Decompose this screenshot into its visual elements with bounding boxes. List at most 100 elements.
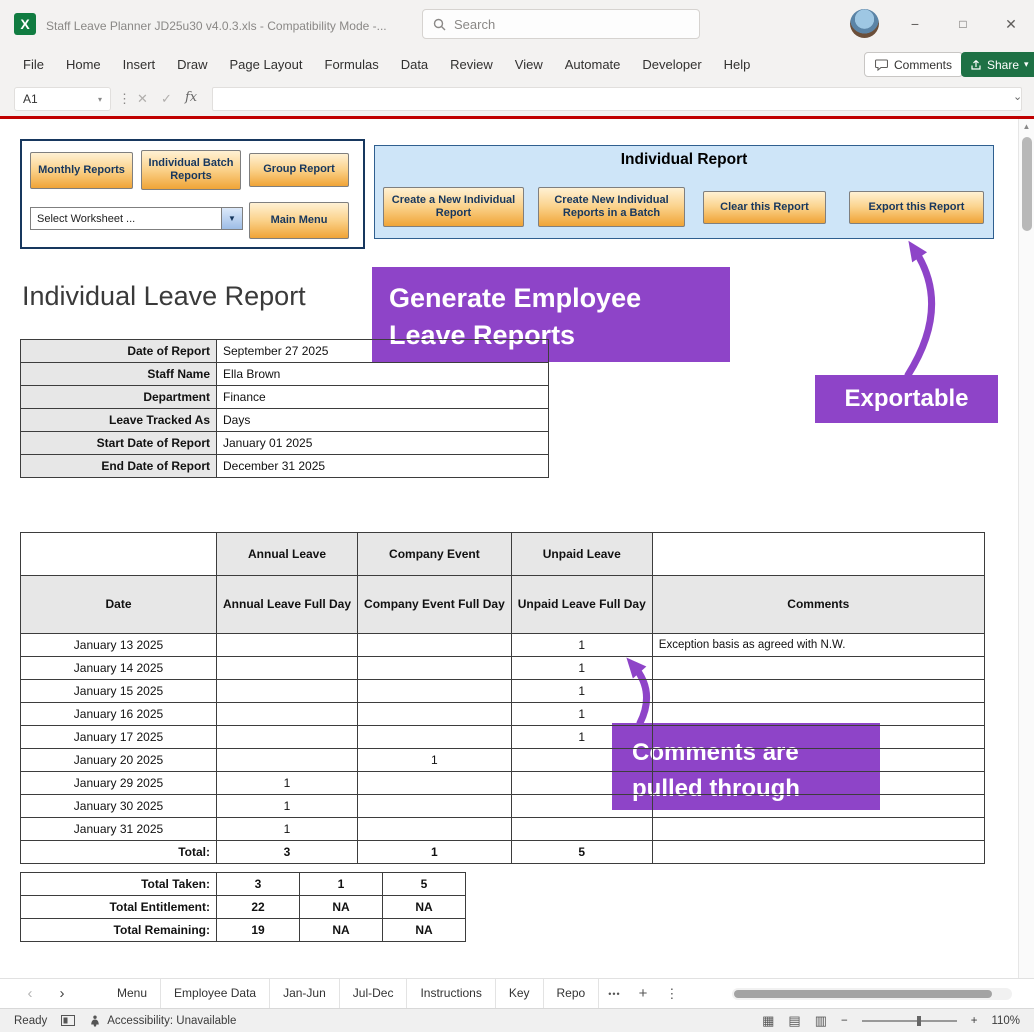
zoom-slider-knob[interactable] — [917, 1016, 921, 1026]
info-value-cell[interactable]: Finance — [217, 386, 549, 409]
total-company-cell[interactable]: 1 — [358, 841, 512, 864]
horizontal-scrollbar[interactable] — [732, 988, 1012, 1000]
maximize-button[interactable]: □ — [941, 0, 985, 48]
comment-cell[interactable] — [652, 772, 984, 795]
total-unpaid-cell[interactable]: 5 — [511, 841, 652, 864]
total-comment-cell[interactable] — [652, 841, 984, 864]
summary-annual-cell[interactable]: 22 — [217, 896, 300, 919]
company-cell[interactable] — [358, 657, 512, 680]
unpaid-cell[interactable]: 1 — [511, 680, 652, 703]
tab-insert[interactable]: Insert — [112, 48, 167, 81]
search-box[interactable] — [422, 9, 700, 39]
summary-annual-cell[interactable]: 19 — [217, 919, 300, 942]
company-cell[interactable] — [358, 772, 512, 795]
comment-cell[interactable] — [652, 795, 984, 818]
header-company[interactable]: Company Event Full Day — [358, 576, 512, 634]
info-label-cell[interactable]: Department — [21, 386, 217, 409]
date-cell[interactable]: January 17 2025 — [21, 726, 217, 749]
vertical-scroll-thumb[interactable] — [1022, 137, 1032, 231]
zoom-out-icon[interactable]: − — [841, 1015, 848, 1027]
accessibility-status[interactable]: Accessibility: Unavailable — [89, 1015, 236, 1027]
header-annual[interactable]: Annual Leave Full Day — [217, 576, 358, 634]
date-cell[interactable]: January 13 2025 — [21, 634, 217, 657]
total-label-cell[interactable]: Total: — [21, 841, 217, 864]
tab-formulas[interactable]: Formulas — [314, 48, 390, 81]
annual-cell[interactable]: 1 — [217, 795, 358, 818]
zoom-slider[interactable] — [862, 1015, 957, 1027]
share-button[interactable]: Share ▾ — [961, 52, 1034, 77]
avatar[interactable] — [850, 9, 879, 38]
group-header-company[interactable]: Company Event — [358, 533, 512, 576]
annual-cell[interactable] — [217, 726, 358, 749]
info-label-cell[interactable]: Leave Tracked As — [21, 409, 217, 432]
info-value-cell[interactable]: September 27 2025 — [217, 340, 549, 363]
summary-company-cell[interactable]: NA — [300, 896, 383, 919]
sheet-nav-forward-icon[interactable]: › — [46, 985, 78, 1002]
zoom-level[interactable]: 110% — [991, 1015, 1020, 1027]
tab-data[interactable]: Data — [390, 48, 439, 81]
company-cell[interactable] — [358, 703, 512, 726]
close-button[interactable]: ✕ — [989, 0, 1033, 48]
summary-label-cell[interactable]: Total Remaining: — [21, 919, 217, 942]
clear-report-button[interactable]: Clear this Report — [703, 191, 826, 224]
comment-cell[interactable] — [652, 680, 984, 703]
date-cell[interactable]: January 14 2025 — [21, 657, 217, 680]
group-header-unpaid[interactable]: Unpaid Leave — [511, 533, 652, 576]
tab-more-icon[interactable]: ⋮ — [656, 986, 687, 1002]
tab-help[interactable]: Help — [713, 48, 762, 81]
comment-cell[interactable] — [652, 726, 984, 749]
sheet-tab-employee-data[interactable]: Employee Data — [161, 979, 270, 1008]
main-menu-button[interactable]: Main Menu — [249, 202, 349, 239]
group-header-annual[interactable]: Annual Leave — [217, 533, 358, 576]
minimize-button[interactable]: − — [893, 0, 937, 48]
date-cell[interactable]: January 31 2025 — [21, 818, 217, 841]
unpaid-cell[interactable]: 1 — [511, 657, 652, 680]
company-cell[interactable]: 1 — [358, 749, 512, 772]
tab-overflow-icon[interactable]: ••• — [599, 989, 629, 999]
comment-cell[interactable] — [652, 749, 984, 772]
monthly-reports-button[interactable]: Monthly Reports — [30, 152, 133, 189]
search-input[interactable] — [454, 17, 654, 32]
comment-cell[interactable] — [652, 703, 984, 726]
confirm-entry-icon[interactable]: ✓ — [161, 91, 172, 107]
annual-cell[interactable] — [217, 634, 358, 657]
info-label-cell[interactable]: Staff Name — [21, 363, 217, 386]
tab-automate[interactable]: Automate — [554, 48, 632, 81]
unpaid-cell[interactable]: 1 — [511, 703, 652, 726]
info-label-cell[interactable]: Start Date of Report — [21, 432, 217, 455]
annual-cell[interactable] — [217, 680, 358, 703]
normal-view-icon[interactable]: ▦ — [762, 1013, 774, 1029]
company-cell[interactable] — [358, 634, 512, 657]
summary-label-cell[interactable]: Total Entitlement: — [21, 896, 217, 919]
summary-company-cell[interactable]: 1 — [300, 873, 383, 896]
date-cell[interactable]: January 29 2025 — [21, 772, 217, 795]
company-cell[interactable] — [358, 680, 512, 703]
header-unpaid[interactable]: Unpaid Leave Full Day — [511, 576, 652, 634]
info-value-cell[interactable]: Ella Brown — [217, 363, 549, 386]
company-cell[interactable] — [358, 818, 512, 841]
info-label-cell[interactable]: End Date of Report — [21, 455, 217, 478]
page-layout-view-icon[interactable]: ▤ — [788, 1013, 800, 1029]
info-label-cell[interactable]: Date of Report — [21, 340, 217, 363]
dropdown-arrow-icon[interactable]: ▼ — [221, 208, 242, 229]
group-report-button[interactable]: Group Report — [249, 153, 349, 187]
add-sheet-icon[interactable]: + — [630, 985, 657, 1002]
header-comments[interactable]: Comments — [652, 576, 984, 634]
summary-label-cell[interactable]: Total Taken: — [21, 873, 217, 896]
summary-unpaid-cell[interactable]: NA — [383, 919, 466, 942]
summary-unpaid-cell[interactable]: NA — [383, 896, 466, 919]
unpaid-cell[interactable] — [511, 795, 652, 818]
unpaid-cell[interactable] — [511, 749, 652, 772]
summary-company-cell[interactable]: NA — [300, 919, 383, 942]
horizontal-scroll-thumb[interactable] — [734, 990, 992, 998]
sheet-tab-jul-dec[interactable]: Jul-Dec — [340, 979, 408, 1008]
individual-batch-reports-button[interactable]: Individual Batch Reports — [141, 150, 241, 190]
summary-annual-cell[interactable]: 3 — [217, 873, 300, 896]
company-cell[interactable] — [358, 795, 512, 818]
scroll-up-icon[interactable]: ▲ — [1019, 122, 1034, 131]
export-report-button[interactable]: Export this Report — [849, 191, 984, 224]
create-batch-reports-button[interactable]: Create New Individual Reports in a Batch — [538, 187, 685, 227]
date-cell[interactable]: January 16 2025 — [21, 703, 217, 726]
unpaid-cell[interactable] — [511, 772, 652, 795]
info-value-cell[interactable]: January 01 2025 — [217, 432, 549, 455]
